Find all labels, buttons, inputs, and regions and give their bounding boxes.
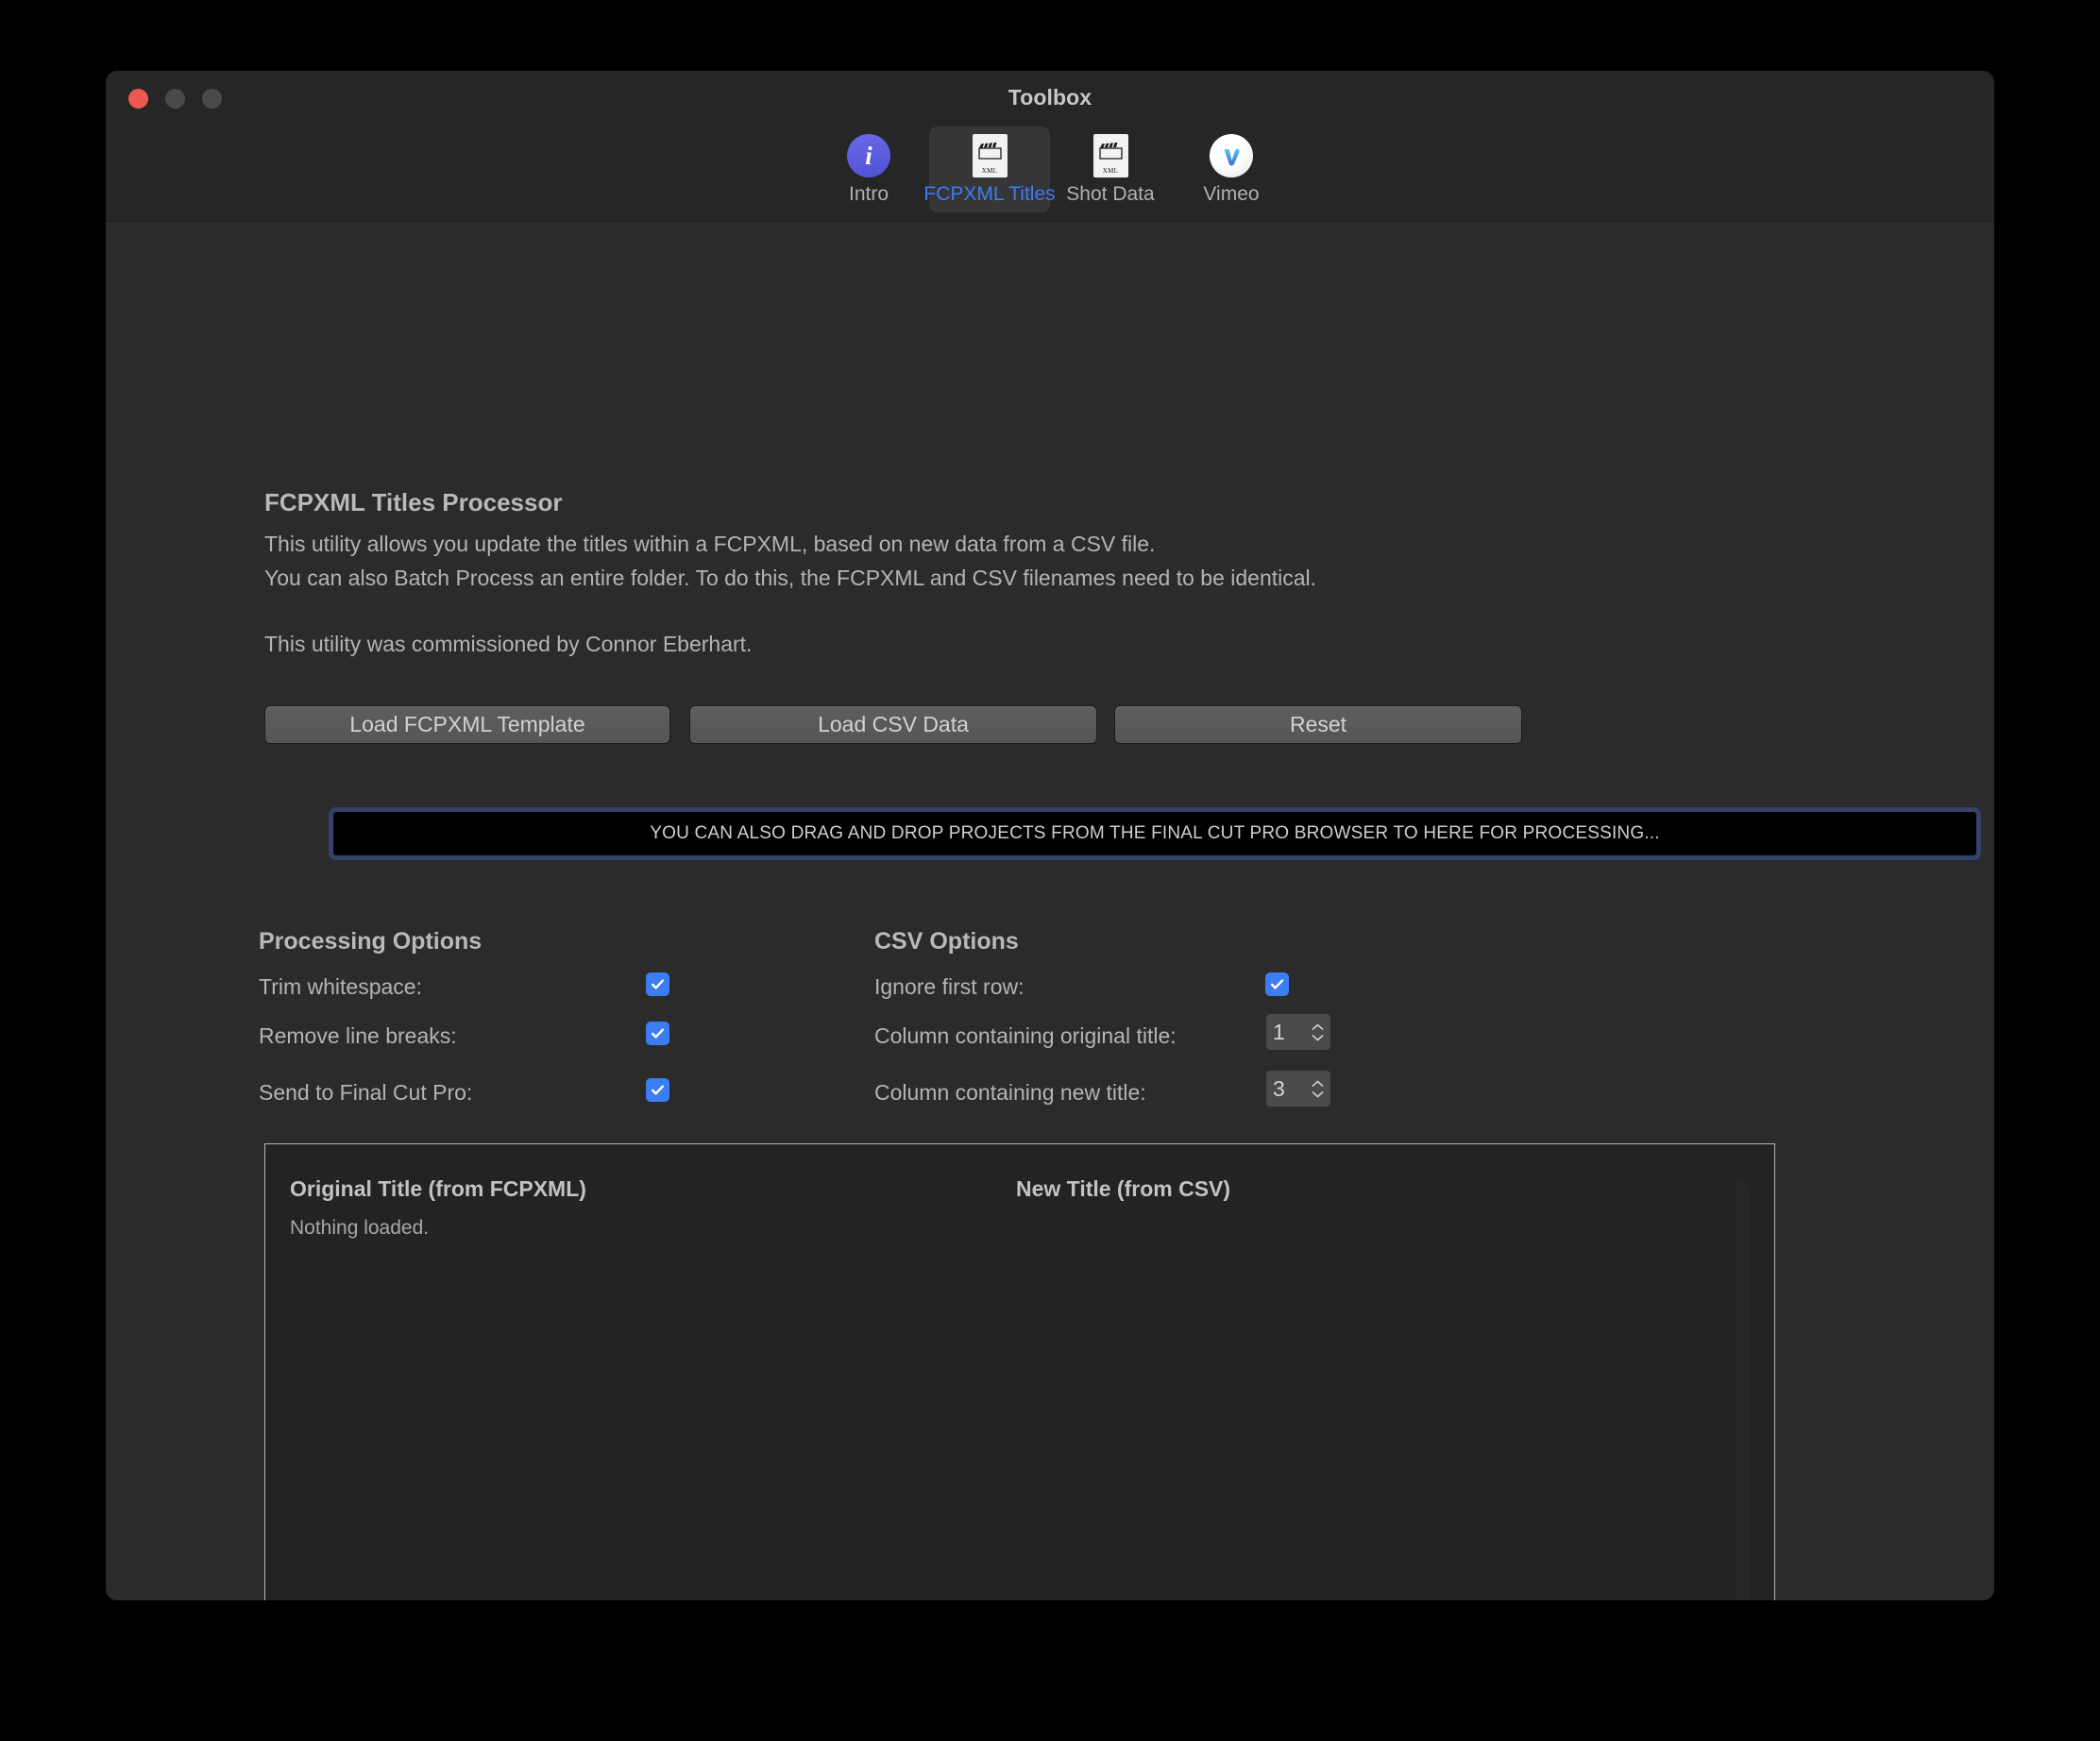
description-line-2: You can also Batch Process an entire fol… <box>264 566 1317 590</box>
toolbar-item-label: Vimeo <box>1203 183 1260 205</box>
toolbar-item-label: Intro <box>848 183 889 205</box>
ignore-first-row-label: Ignore first row: <box>874 974 1025 999</box>
remove-line-breaks-checkbox[interactable] <box>646 1022 669 1045</box>
column-original-title-stepper[interactable]: 1 <box>1265 1013 1331 1051</box>
chevron-up-icon <box>1312 1023 1324 1030</box>
results-empty-message: Nothing loaded. <box>290 1217 430 1239</box>
stepper-value: 1 <box>1273 1019 1285 1044</box>
drag-and-drop-zone[interactable]: YOU CAN ALSO DRAG AND DROP PROJECTS FROM… <box>329 807 1981 860</box>
column-new-title-stepper[interactable]: 3 <box>1265 1070 1331 1107</box>
column-original-title-label: Column containing original title: <box>874 1023 1177 1048</box>
vimeo-logo-icon <box>1210 134 1253 177</box>
toolbar-item-label: Shot Data <box>1066 183 1155 205</box>
send-to-final-cut-pro-label: Send to Final Cut Pro: <box>259 1080 473 1105</box>
xml-clapperboard-icon: XML <box>968 134 1011 177</box>
toolbar-item-label: FCPXML Titles <box>923 183 1056 205</box>
title-bar: Toolbox <box>106 71 1994 123</box>
load-csv-data-button[interactable]: Load CSV Data <box>689 705 1097 744</box>
toolbar-item-shot-data[interactable]: XML Shot Data <box>1050 127 1171 212</box>
load-fcpxml-template-button[interactable]: Load FCPXML Template <box>264 705 670 744</box>
chevron-down-icon <box>1312 1034 1324 1040</box>
description-line-1: This utility allows you update the title… <box>264 532 1156 556</box>
stepper-value: 3 <box>1273 1075 1285 1101</box>
app-window: Toolbox i Intro XML FCPXML Titles XML Sh… <box>106 71 1994 1600</box>
trim-whitespace-checkbox[interactable] <box>646 972 669 996</box>
main-content: FCPXML Titles Processor This utility all… <box>106 222 1994 1600</box>
remove-line-breaks-label: Remove line breaks: <box>259 1023 457 1048</box>
results-column-header-original: Original Title (from FCPXML) <box>290 1176 586 1201</box>
stepper-arrows[interactable] <box>1312 1080 1324 1098</box>
processing-options-heading: Processing Options <box>259 928 483 955</box>
page-title: FCPXML Titles Processor <box>264 488 563 516</box>
reset-button[interactable]: Reset <box>1114 705 1522 744</box>
toolbar-item-fcpxml-titles[interactable]: XML FCPXML Titles <box>923 127 1056 212</box>
toolbar: i Intro XML FCPXML Titles XML Shot Data … <box>106 123 1994 222</box>
window-title: Toolbox <box>1008 85 1092 110</box>
ignore-first-row-checkbox[interactable] <box>1265 972 1289 996</box>
xml-clapperboard-icon: XML <box>1089 134 1132 177</box>
trim-whitespace-label: Trim whitespace: <box>259 974 422 999</box>
chevron-down-icon <box>1312 1090 1324 1097</box>
csv-options-heading: CSV Options <box>874 928 1019 955</box>
results-table-panel: Original Title (from FCPXML) New Title (… <box>264 1143 1775 1600</box>
dropzone-label: YOU CAN ALSO DRAG AND DROP PROJECTS FROM… <box>650 823 1660 843</box>
results-scrollbar[interactable] <box>1736 1182 1748 1600</box>
send-to-final-cut-pro-checkbox[interactable] <box>646 1078 669 1102</box>
description-line-3: This utility was commissioned by Connor … <box>264 632 753 656</box>
column-new-title-label: Column containing new title: <box>874 1080 1146 1105</box>
chevron-up-icon <box>1312 1080 1324 1087</box>
stepper-arrows[interactable] <box>1312 1023 1324 1041</box>
toolbar-item-vimeo[interactable]: Vimeo <box>1171 127 1292 212</box>
results-column-header-new: New Title (from CSV) <box>1016 1176 1231 1201</box>
info-circle-icon: i <box>847 134 890 177</box>
toolbar-item-intro[interactable]: i Intro <box>808 127 929 212</box>
